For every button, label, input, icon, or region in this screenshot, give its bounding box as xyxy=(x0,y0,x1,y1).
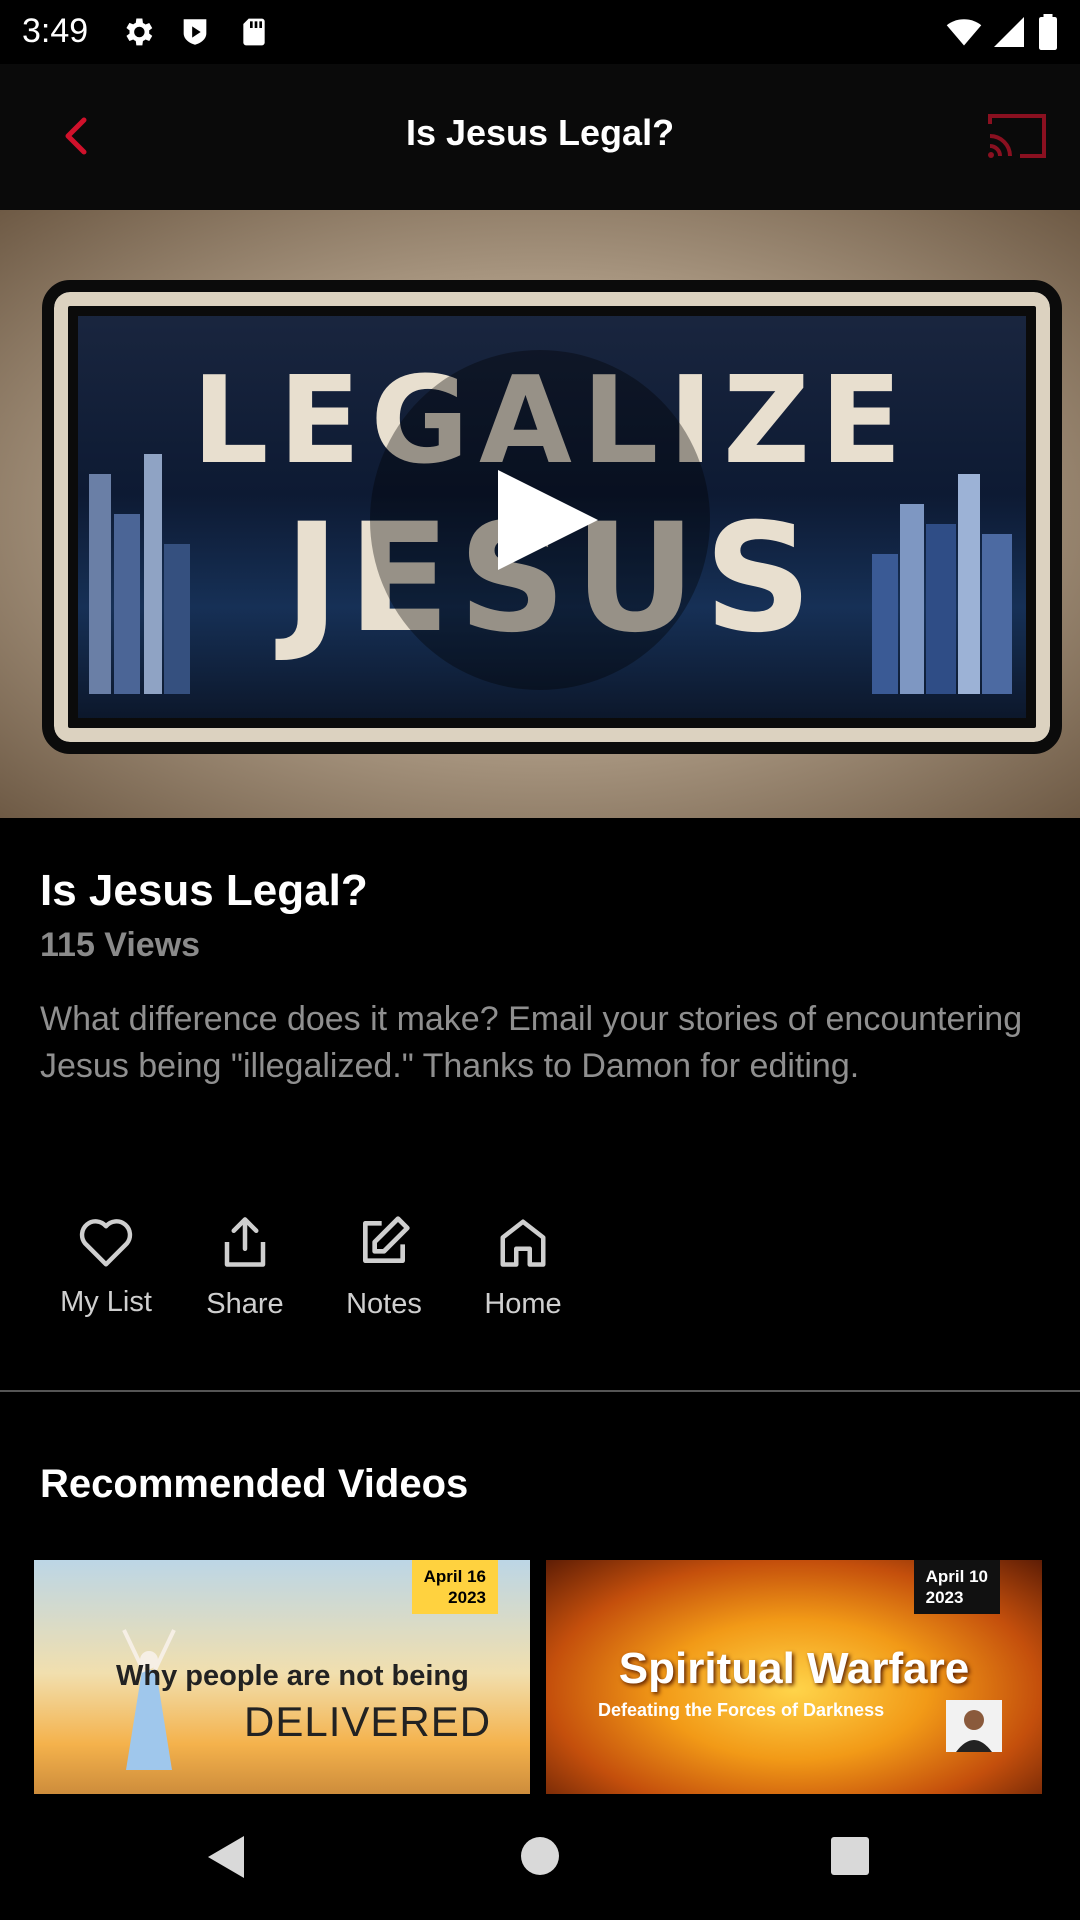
wifi-icon xyxy=(946,19,982,46)
signal-icon xyxy=(994,17,1024,47)
card-title-line2: Defeating the Forces of Darkness xyxy=(598,1700,885,1720)
status-time: 3:49 xyxy=(22,12,89,50)
my-list-button[interactable]: My List xyxy=(46,1214,166,1334)
page-title: Is Jesus Legal? xyxy=(405,112,675,153)
notes-button[interactable]: Notes xyxy=(324,1214,444,1334)
card-title-line2: DELIVERED xyxy=(244,1698,492,1745)
play-icon[interactable] xyxy=(490,460,610,580)
cast-icon xyxy=(988,114,1046,158)
sd-card-icon xyxy=(243,18,265,46)
recommended-video-card[interactable]: April 10 2023 Spiritual Warfare Defeatin… xyxy=(546,1560,1042,1796)
date-line1: April 16 xyxy=(423,1567,486,1586)
heart-icon xyxy=(79,1219,133,1267)
edit-icon xyxy=(363,1216,410,1263)
recommended-video-card[interactable]: April 16 2023 Why people are not being D… xyxy=(34,1560,530,1796)
recommended-title: Recommended Videos xyxy=(40,1462,469,1506)
woman-silhouette-image xyxy=(122,1629,176,1770)
card-title-line1: Why people are not being xyxy=(116,1660,469,1692)
recents-square-icon[interactable] xyxy=(830,1836,870,1876)
home-label: Home xyxy=(484,1288,562,1320)
home-circle-icon[interactable] xyxy=(520,1836,560,1876)
date-line1: April 10 xyxy=(925,1567,988,1586)
date-badge: April 10 2023 xyxy=(913,1560,1000,1614)
speaker-portrait-image xyxy=(946,1700,1002,1752)
video-title: Is Jesus Legal? xyxy=(40,866,368,915)
cast-button[interactable] xyxy=(980,106,1052,166)
view-count: 115 Views xyxy=(40,926,201,964)
shield-play-icon xyxy=(183,19,207,45)
my-list-label: My List xyxy=(60,1286,152,1318)
notes-label: Notes xyxy=(346,1288,422,1320)
date-badge: April 16 2023 xyxy=(411,1560,498,1614)
home-icon xyxy=(500,1219,546,1267)
share-label: Share xyxy=(206,1288,284,1320)
gear-icon xyxy=(126,18,153,46)
divider xyxy=(0,1390,1080,1392)
date-line2: 2023 xyxy=(448,1588,486,1607)
share-icon xyxy=(224,1217,266,1267)
share-button[interactable]: Share xyxy=(185,1214,305,1334)
back-triangle-icon[interactable] xyxy=(204,1834,246,1880)
home-button[interactable]: Home xyxy=(463,1214,583,1334)
video-player[interactable]: LEGALIZE JESUS xyxy=(0,210,1080,818)
card-title-line1: Spiritual Warfare xyxy=(618,1644,970,1693)
video-description: What difference does it make? Email your… xyxy=(40,1000,1023,1085)
status-bar xyxy=(0,0,1080,64)
date-line2: 2023 xyxy=(925,1588,964,1607)
battery-icon xyxy=(1039,14,1057,50)
